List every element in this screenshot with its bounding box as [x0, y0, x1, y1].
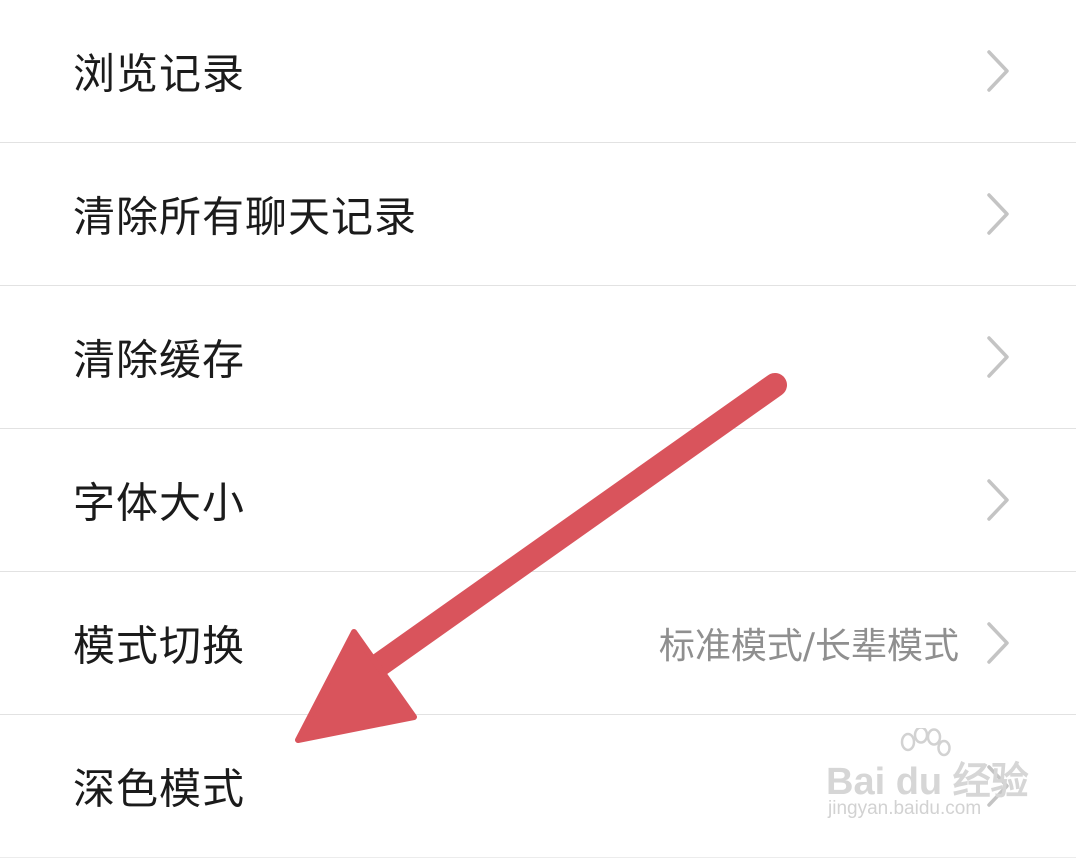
chevron-right-icon	[985, 621, 1011, 665]
settings-item-browsing-history[interactable]: 浏览记录	[0, 0, 1076, 143]
chevron-right-icon	[985, 192, 1011, 236]
chevron-right-icon	[985, 335, 1011, 379]
settings-item-label: 深色模式	[73, 764, 246, 814]
settings-item-label: 模式切换	[73, 621, 246, 671]
settings-item-mode-switch[interactable]: 模式切换 标准模式/长辈模式	[0, 572, 1076, 715]
watermark-logo-text: Bai du 经验	[826, 761, 1029, 803]
chevron-right-icon	[985, 49, 1011, 93]
settings-item-label: 浏览记录	[73, 49, 246, 99]
baidu-watermark: Bai du 经验 jingyan.baidu.com	[826, 728, 1029, 828]
settings-item-label: 字体大小	[73, 478, 246, 528]
chevron-right-icon	[985, 478, 1011, 522]
settings-item-clear-cache[interactable]: 清除缓存	[0, 286, 1076, 429]
settings-item-label: 清除缓存	[73, 335, 246, 385]
settings-item-label: 清除所有聊天记录	[73, 192, 418, 242]
watermark-url: jingyan.baidu.com	[828, 798, 982, 819]
settings-item-font-size[interactable]: 字体大小	[0, 429, 1076, 572]
settings-item-value: 标准模式/长辈模式	[658, 626, 959, 667]
settings-item-clear-chat-history[interactable]: 清除所有聊天记录	[0, 143, 1076, 286]
